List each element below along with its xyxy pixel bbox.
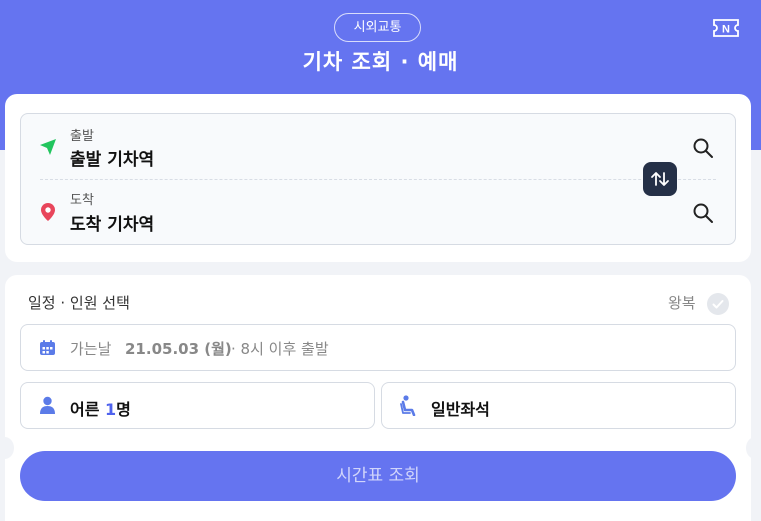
map-pin-icon <box>41 203 55 221</box>
check-icon <box>712 300 724 309</box>
navigation-arrow-icon <box>40 139 56 155</box>
date-time-suffix: · 8시 이후 출발 <box>231 340 329 358</box>
search-icon[interactable] <box>692 202 714 224</box>
person-icon <box>40 396 55 414</box>
ticket-n-icon[interactable]: N <box>712 17 740 39</box>
roundtrip-checkbox[interactable] <box>707 293 729 315</box>
calendar-icon <box>40 340 55 355</box>
category-badge[interactable]: 시외교통 <box>334 13 421 42</box>
page-title: 기차 조회 · 예매 <box>302 50 459 74</box>
swap-stations-button[interactable] <box>643 162 677 196</box>
passenger-prefix: 어른 <box>70 400 106 419</box>
seat-icon <box>400 395 416 416</box>
section-title: 일정 · 인원 선택 <box>28 294 130 312</box>
arrival-label: 도착 <box>70 193 94 208</box>
arrival-station-field[interactable]: 도착 기차역 <box>70 210 154 235</box>
swap-vertical-icon <box>651 172 669 186</box>
svg-text:N: N <box>722 24 730 36</box>
seat-type-label: 일반좌석 <box>431 400 490 419</box>
passenger-number: 1 <box>105 400 117 419</box>
passenger-suffix: 명 <box>116 400 131 419</box>
departure-station-field[interactable]: 출발 기차역 <box>70 145 154 170</box>
route-divider <box>40 179 716 180</box>
passenger-count: 어른 1명 <box>70 396 131 420</box>
date-value: 21.05.03 (월) <box>125 340 232 358</box>
card-notch-right <box>746 437 761 459</box>
search-icon[interactable] <box>692 137 714 159</box>
roundtrip-label[interactable]: 왕복 <box>668 292 696 313</box>
departure-label: 출발 <box>70 129 94 144</box>
date-label: 가는날 <box>70 340 112 358</box>
timetable-search-button[interactable]: 시간표 조회 <box>20 451 736 501</box>
